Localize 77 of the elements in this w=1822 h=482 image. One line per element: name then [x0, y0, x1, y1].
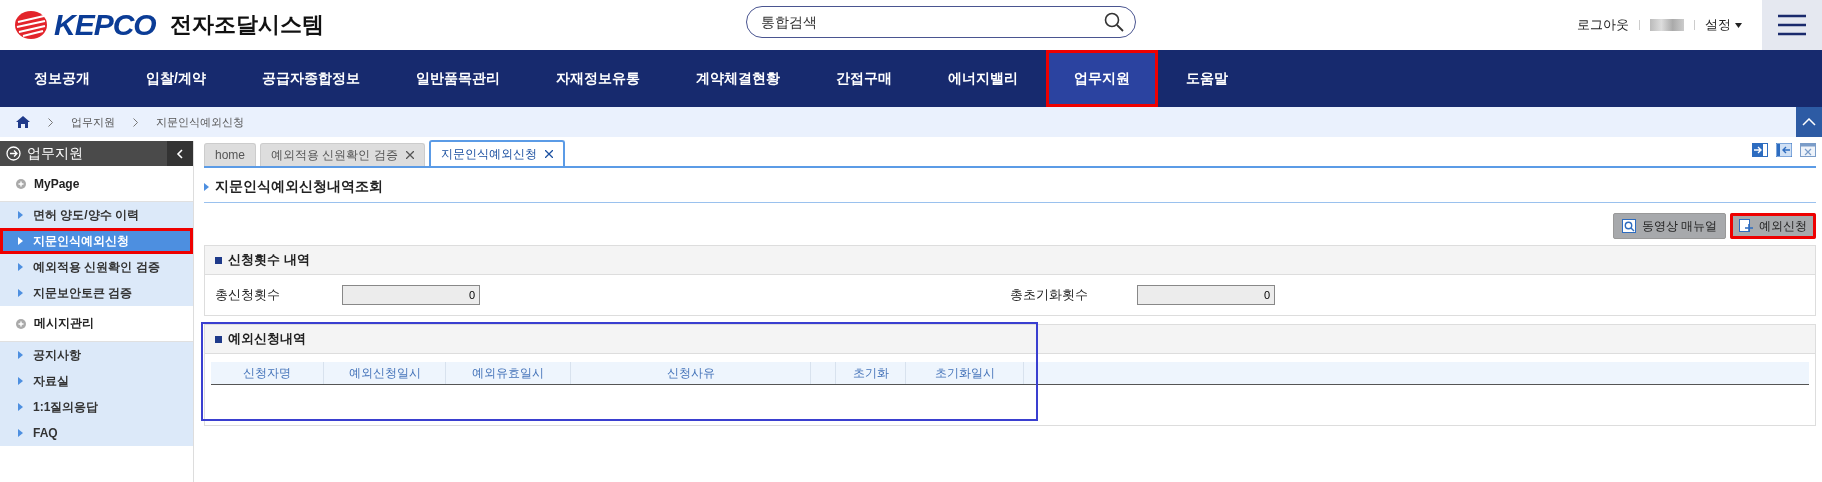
blurred-username: [1650, 19, 1684, 31]
triangle-icon: [18, 237, 23, 245]
page-title: 지문인식예외신청내역조회: [215, 178, 383, 196]
add-document-icon: [1739, 219, 1753, 233]
caret-icon[interactable]: [1735, 22, 1742, 28]
chevron-left-icon: [176, 148, 184, 159]
nav-tab[interactable]: 일반품목관리: [387, 50, 528, 107]
field-label: 총신청횟수: [215, 286, 281, 304]
column-header: 신청자명: [243, 364, 291, 382]
triangle-icon: [18, 429, 23, 437]
breadcrumb-link[interactable]: 업무지원: [71, 114, 115, 130]
column-header: 예외신청일시: [348, 364, 421, 382]
section-title: 예외신청내역: [228, 330, 306, 348]
nav-tab[interactable]: 업무지원: [1045, 50, 1158, 107]
section-title: 신청횟수 내역: [228, 251, 310, 269]
column-header: 초기화: [852, 364, 889, 382]
search-icon[interactable]: [1104, 12, 1124, 32]
sidebar-item[interactable]: 예외적용 신원확인 검증: [0, 254, 193, 280]
triangle-icon: [204, 183, 209, 191]
column-header: 신청사유: [666, 364, 715, 382]
nav-tab[interactable]: 자재정보유통: [527, 50, 668, 107]
sidebar-title: 업무지원: [27, 144, 83, 163]
logo-text: KEPCO: [54, 8, 156, 42]
menu-icon: [1776, 14, 1808, 36]
close-icon[interactable]: [405, 151, 414, 159]
nav-tab[interactable]: 공급자종합정보: [233, 50, 388, 107]
system-title: 전자조달시스템: [169, 11, 324, 39]
nav-tab[interactable]: 도움말: [1157, 50, 1256, 107]
sidebar-item[interactable]: 1:1질의응답: [0, 394, 193, 420]
sidebar-item[interactable]: 자료실: [0, 368, 193, 394]
sidebar-item[interactable]: 면허 양도/양수 이력: [0, 202, 193, 228]
page-tab[interactable]: 지문인식예외신청: [428, 140, 565, 166]
page-tab[interactable]: home: [204, 143, 257, 166]
arrow-circle-icon: [6, 146, 21, 161]
magnifier-icon: [1621, 219, 1636, 233]
video-manual-button[interactable]: 동영상 매뉴얼: [1612, 213, 1726, 239]
chevron-icon: [48, 117, 53, 127]
column-header: 예외유효일시: [472, 364, 544, 382]
triangle-icon: [18, 289, 23, 297]
home-icon[interactable]: [16, 116, 30, 128]
nav-tab[interactable]: 계약체결현황: [667, 50, 808, 107]
triangle-icon: [18, 211, 23, 219]
sidebar-item[interactable]: 지문보안토큰 검증: [0, 280, 193, 306]
search-field[interactable]: 통합검색: [746, 6, 1136, 38]
count-field[interactable]: 0: [342, 285, 480, 305]
triangle-icon: [18, 351, 23, 359]
nav-tab[interactable]: 정보공개: [6, 50, 118, 107]
chevron-up-icon: [1802, 118, 1816, 126]
nav-tab[interactable]: 에너지밸리: [919, 50, 1046, 107]
close-icon[interactable]: [544, 150, 553, 158]
move-left-icon[interactable]: [1776, 143, 1792, 157]
sidebar-item[interactable]: FAQ: [0, 420, 193, 446]
settings-link[interactable]: 설정: [1705, 16, 1731, 34]
move-right-icon[interactable]: [1752, 143, 1768, 157]
logo-icon: [14, 10, 48, 40]
close-window-icon[interactable]: [1800, 143, 1816, 157]
request-button[interactable]: 예외신청: [1730, 213, 1816, 239]
menu-button[interactable]: [1762, 0, 1822, 50]
nav-tab[interactable]: 간접구매: [807, 50, 920, 107]
plus-circle-icon: [16, 318, 26, 329]
square-icon: [215, 335, 222, 343]
count-field[interactable]: 0: [1137, 285, 1275, 305]
triangle-icon: [18, 403, 23, 411]
collapse-sidebar-button[interactable]: [167, 141, 193, 166]
triangle-icon: [18, 377, 23, 385]
page-tab[interactable]: 예외적용 신원확인 검증: [260, 143, 425, 166]
breadcrumb-link[interactable]: 지문인식예외신청: [156, 114, 244, 130]
logout-link[interactable]: 로그아웃: [1577, 16, 1629, 34]
collapse-up-button[interactable]: [1796, 107, 1822, 137]
nav-tab[interactable]: 입찰/계약: [118, 50, 234, 107]
field-label: 총초기화횟수: [1010, 286, 1089, 304]
sidebar-item[interactable]: 공지사항: [0, 342, 193, 368]
plus-circle-icon: [16, 178, 26, 189]
square-icon: [215, 256, 222, 264]
triangle-icon: [18, 263, 23, 271]
chevron-icon: [133, 117, 138, 127]
column-header: 초기화일시: [934, 364, 995, 382]
